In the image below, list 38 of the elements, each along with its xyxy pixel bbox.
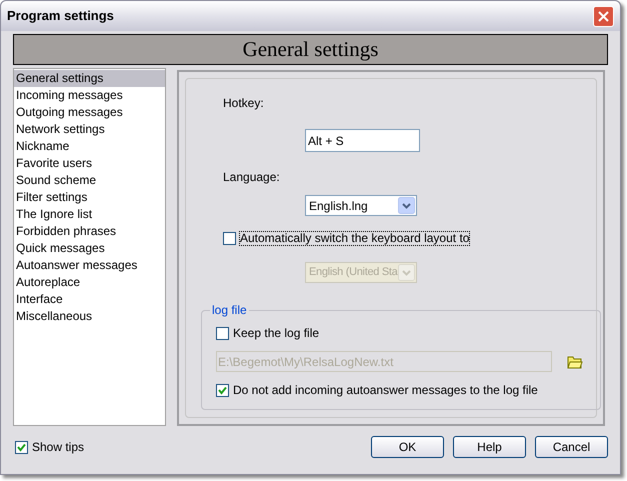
category-item[interactable]: Quick messages xyxy=(14,240,165,257)
section-header: General settings xyxy=(13,34,608,65)
category-item[interactable]: Sound scheme xyxy=(14,172,165,189)
window-title: Program settings xyxy=(7,7,115,26)
language-label: Language: xyxy=(223,169,281,186)
show-tips-label: Show tips xyxy=(32,439,84,456)
checkmark-icon xyxy=(218,386,227,394)
show-tips-checkbox[interactable] xyxy=(15,440,28,454)
hotkey-field[interactable]: Alt + S xyxy=(305,129,420,152)
close-button[interactable] xyxy=(593,6,614,26)
category-item[interactable]: Miscellaneous xyxy=(14,308,165,325)
close-icon xyxy=(598,10,609,22)
log-file-title: log file xyxy=(210,303,249,317)
language-dropdown[interactable]: English.lng xyxy=(305,195,417,216)
no-autoanswer-checkbox[interactable] xyxy=(216,384,229,396)
category-item[interactable]: Forbidden phrases xyxy=(14,223,165,240)
category-item[interactable]: General settings xyxy=(14,70,165,87)
dialog-button[interactable]: Cancel xyxy=(535,436,608,458)
auto-switch-label: Automatically switch the keyboard layout to xyxy=(239,231,470,246)
category-item[interactable]: Outgoing messages xyxy=(14,104,165,121)
dialog-button[interactable]: Help xyxy=(453,436,526,458)
category-item[interactable]: Incoming messages xyxy=(14,87,165,104)
folder-icon[interactable] xyxy=(567,354,583,368)
keep-log-checkbox[interactable] xyxy=(216,326,229,340)
hotkey-label: Hotkey: xyxy=(223,95,265,112)
category-item[interactable]: Autoreplace xyxy=(14,274,165,291)
category-item[interactable]: Network settings xyxy=(14,121,165,138)
category-item[interactable]: The Ignore list xyxy=(14,206,165,223)
keep-log-label: Keep the log file xyxy=(233,325,320,342)
category-item[interactable]: Interface xyxy=(14,291,165,308)
auto-switch-checkbox[interactable] xyxy=(223,232,236,245)
category-item[interactable]: Filter settings xyxy=(14,189,165,206)
category-item[interactable]: Nickname xyxy=(14,138,165,155)
category-item[interactable]: Favorite users xyxy=(14,155,165,172)
checkmark-icon xyxy=(17,442,26,452)
no-autoanswer-label: Do not add incoming autoanswer messages to the log file xyxy=(233,382,538,399)
dialog-button[interactable]: OK xyxy=(371,436,444,458)
category-item[interactable]: Autoanswer messages xyxy=(14,257,165,274)
